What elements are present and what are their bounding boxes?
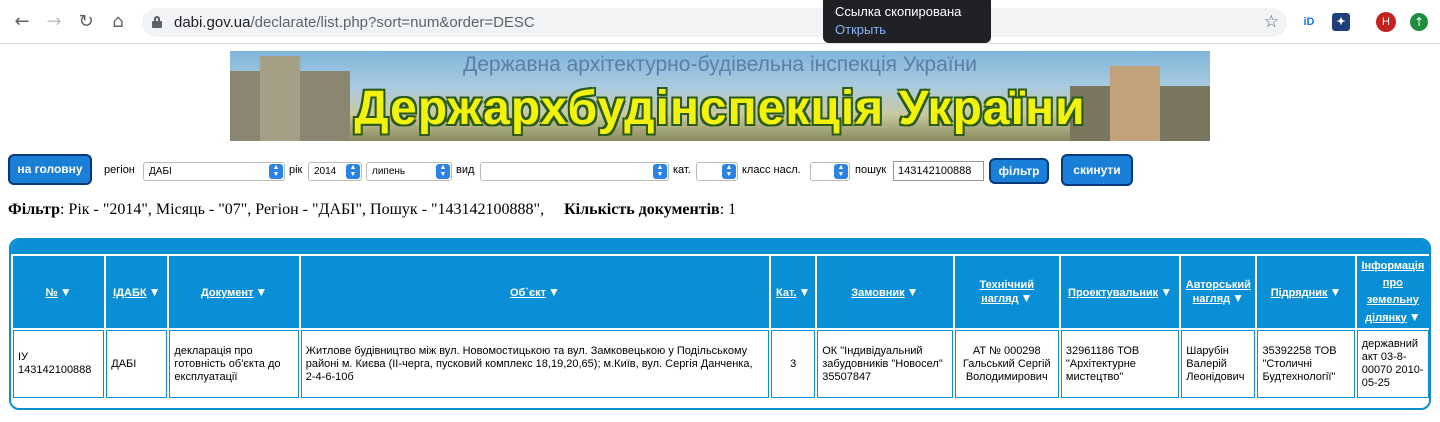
column-header-number[interactable]: № ▼	[13, 256, 105, 328]
category-label: кат.	[673, 164, 691, 176]
reset-button[interactable]: скинути	[1061, 154, 1133, 186]
column-header-object[interactable]: Об`єкт ▼	[300, 256, 770, 328]
results-table: № ▼ ІДАБК ▼ Документ ▼ Об`єкт ▼ Кат. ▼ Замовн…	[9, 238, 1431, 410]
home-page-button[interactable]: на головну	[8, 154, 92, 185]
table-header-row: № ▼ ІДАБК ▼ Документ ▼ Об`єкт ▼ Кат. ▼ Замовн…	[13, 256, 1429, 328]
class-label: класс насл.	[742, 164, 801, 176]
document-count-value: : 1	[719, 201, 737, 218]
cell-category: 3	[771, 330, 816, 398]
document-count-label: Кількість документів	[564, 201, 720, 218]
site-banner: Державна архітектурно-будівельна інспекц…	[230, 51, 1210, 141]
cell-designer: 32961186 ТОВ "Архітектурне мистецтво"	[1060, 330, 1180, 398]
lock-icon	[152, 16, 162, 28]
sort-down-icon: ▼	[1160, 285, 1173, 299]
filter-summary: Фільтр: Рік - "2014", Місяць - "07", Рег…	[8, 201, 736, 219]
update-icon[interactable]: ↑	[1410, 13, 1428, 31]
sort-down-icon: ▼	[1408, 309, 1421, 324]
search-label: пошук	[855, 164, 887, 176]
column-header-document[interactable]: Документ ▼	[169, 256, 299, 328]
sort-down-icon: ▼	[255, 285, 268, 299]
extension-id-icon[interactable]: iD	[1300, 13, 1318, 31]
copied-toast: Ссылка скопирована Открыть	[823, 0, 991, 43]
chevron-updown-icon: ▲ ▼	[269, 164, 283, 179]
browser-toolbar: ← → ↻ ⌂ dabi.gov.ua/declarate/list.php?s…	[0, 0, 1440, 44]
sort-down-icon: ▼	[148, 285, 161, 299]
toast-title: Ссылка скопирована	[835, 4, 962, 19]
banner-subtitle: Державна архітектурно-будівельна інспекц…	[463, 53, 977, 76]
sort-down-icon: ▼	[547, 285, 560, 299]
sort-down-icon: ▼	[59, 285, 72, 299]
column-header-idabk[interactable]: ІДАБК ▼	[106, 256, 168, 328]
sort-down-icon: ▼	[798, 285, 811, 299]
cell-contractor: 35392258 ТОВ "Столичні Будтехнології"	[1257, 330, 1355, 398]
cell-author-supervision: Шарубін Валерій Леонідович	[1181, 330, 1256, 398]
table-top-bar	[11, 240, 1429, 254]
cell-document: декларація про готовність об'єкта до екс…	[169, 330, 299, 398]
chevron-updown-icon: ▲ ▼	[346, 164, 360, 179]
url-text: dabi.gov.ua/declarate/list.php?sort=num&…	[174, 14, 535, 31]
banner-title: Держархбудінспекція України	[354, 82, 1086, 135]
month-select[interactable]: липень ▲ ▼	[366, 162, 452, 181]
cell-idabk: ДАБІ	[106, 330, 168, 398]
sort-down-icon: ▼	[1232, 291, 1245, 305]
address-bar[interactable]: dabi.gov.ua/declarate/list.php?sort=num&…	[142, 8, 1287, 37]
reload-icon[interactable]: ↻	[74, 10, 98, 34]
star-icon[interactable]: ☆	[1264, 12, 1279, 32]
column-header-category[interactable]: Кат. ▼	[771, 256, 816, 328]
back-arrow-icon[interactable]: ←	[10, 10, 34, 34]
forward-arrow-icon[interactable]: →	[42, 10, 66, 34]
column-header-technical-supervision[interactable]: Технічний нагляд ▼	[954, 256, 1059, 328]
filter-bar: на головну регіон ДАБІ ▲ ▼ рік 2014 ▲ ▼ липе…	[0, 150, 1440, 190]
chevron-updown-icon: ▲ ▼	[436, 164, 450, 179]
column-header-author-supervision[interactable]: Авторський нагляд ▼	[1181, 256, 1256, 328]
category-select[interactable]: ▲ ▼	[696, 162, 738, 181]
extension-icon[interactable]: ✦	[1332, 13, 1350, 31]
search-input[interactable]: 143142100888	[893, 161, 984, 181]
column-header-customer[interactable]: Замовник ▼	[817, 256, 953, 328]
year-label: рік	[289, 164, 303, 176]
profile-avatar[interactable]: H	[1376, 12, 1396, 32]
toast-open-link[interactable]: Открыть	[835, 21, 979, 39]
chevron-updown-icon: ▲ ▼	[834, 164, 848, 179]
cell-technical-supervision: АТ № 000298 Гальський Сергій Володимиров…	[954, 330, 1059, 398]
cell-number: ІУ 143142100888	[13, 330, 105, 398]
column-header-land-info[interactable]: Інформація про земельну ділянку ▼	[1356, 256, 1429, 328]
year-select[interactable]: 2014 ▲ ▼	[308, 162, 362, 181]
chevron-updown-icon: ▲ ▼	[722, 164, 736, 179]
home-icon[interactable]: ⌂	[106, 10, 130, 34]
region-select[interactable]: ДАБІ ▲ ▼	[143, 162, 285, 181]
sort-down-icon: ▼	[1329, 285, 1342, 299]
sort-down-icon: ▼	[1020, 291, 1033, 305]
cell-land-info: державний акт 03-8-00070 2010-05-25	[1356, 330, 1429, 398]
column-header-contractor[interactable]: Підрядник ▼	[1257, 256, 1355, 328]
class-select[interactable]: ▲ ▼	[810, 162, 850, 181]
cell-customer: ОК "Індивідуальний забудовників "Новосел…	[817, 330, 953, 398]
filter-button[interactable]: фільтр	[989, 158, 1049, 184]
filter-summary-label: Фільтр	[8, 201, 60, 218]
chevron-updown-icon: ▲ ▼	[653, 164, 667, 179]
type-label: вид	[456, 164, 475, 176]
region-label: регіон	[104, 164, 135, 176]
type-select[interactable]: ▲ ▼	[480, 162, 669, 181]
cell-object: Житлове будівництво між вул. Новомостиць…	[300, 330, 770, 398]
filter-summary-text: : Рік - "2014", Місяць - "07", Регіон - …	[59, 201, 545, 218]
column-header-designer[interactable]: Проектувальник ▼	[1060, 256, 1180, 328]
table-row: ІУ 143142100888 ДАБІ декларація про гото…	[13, 330, 1429, 398]
sort-down-icon: ▼	[906, 285, 919, 299]
